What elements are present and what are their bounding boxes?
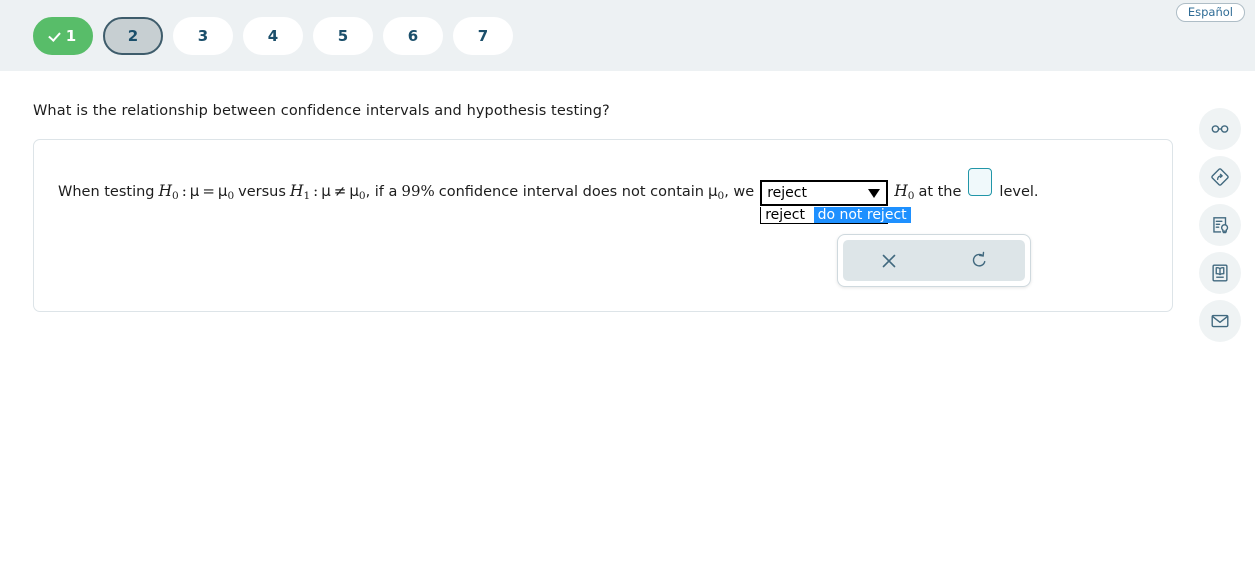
close-x-icon: [882, 254, 895, 267]
language-toggle-button[interactable]: Español: [1175, 3, 1245, 22]
question-prompt: What is the relationship between confide…: [33, 103, 610, 119]
language-bar: Español: [0, 0, 1255, 24]
math-colon-2: :: [313, 182, 319, 200]
ebook-icon: [1212, 264, 1228, 282]
step-label: 4: [267, 27, 279, 45]
step-label: 2: [127, 27, 139, 45]
math-mu: μ: [189, 182, 200, 200]
math-equals: =: [202, 182, 215, 200]
math-h-alt: H1: [289, 182, 311, 202]
statement-at-the: at the: [918, 184, 962, 200]
math-mini-toolbar-inner: [843, 240, 1025, 281]
step-label: 1: [65, 27, 77, 45]
reject-select[interactable]: reject reject do not reject: [760, 180, 911, 224]
rail-item-hint[interactable]: [1199, 204, 1241, 246]
clear-button[interactable]: [869, 244, 909, 278]
math-mu-zero-3: μ0: [707, 182, 725, 202]
math-mu-2: μ: [321, 182, 331, 200]
significance-level-input[interactable]: [968, 168, 993, 196]
statement-comma-if: , if a: [365, 184, 398, 200]
check-icon: [50, 31, 61, 42]
refresh-ccw-icon: [972, 251, 986, 267]
mail-icon: [1211, 314, 1229, 328]
statement-we: , we: [724, 184, 755, 200]
page-root: 1 2 3 4 5 6 7 Español What is the relati…: [0, 0, 1255, 565]
statement-lead: When testing: [58, 184, 155, 200]
statement-mid: confidence interval does not contain: [438, 184, 704, 200]
caret-down-icon: [868, 188, 881, 198]
math-mu-zero-2: μ0: [349, 182, 366, 202]
reset-button[interactable]: [960, 244, 1000, 278]
statement-level: level.: [999, 184, 1039, 200]
hint-lightbulb-icon: [1213, 217, 1229, 234]
reject-select-value: reject: [767, 185, 807, 201]
rail-item-ebook[interactable]: [1199, 252, 1241, 294]
reject-select-options[interactable]: reject do not reject: [760, 207, 911, 224]
select-option-do-not-reject[interactable]: do not reject: [813, 207, 911, 223]
select-option-reject[interactable]: reject: [761, 207, 809, 223]
confidence-level-value: 99%: [401, 182, 435, 200]
step-label: 7: [477, 27, 489, 45]
math-mu-zero: μ0: [217, 182, 235, 202]
reject-select-box[interactable]: reject: [760, 180, 889, 206]
tool-rail: [1199, 108, 1241, 342]
step-label: 6: [407, 27, 419, 45]
rail-item-navigate[interactable]: [1199, 156, 1241, 198]
math-not-equals: ≠: [333, 182, 347, 200]
rail-item-mail[interactable]: [1199, 300, 1241, 342]
navigate-diamond-icon: [1211, 168, 1229, 186]
math-h-null: H0: [158, 182, 179, 202]
fill-in-the-blank-statement: When testing H0 : μ = μ0 versus H1 : μ ≠…: [58, 168, 1039, 224]
step-label: 3: [197, 27, 209, 45]
step-label: 5: [337, 27, 349, 45]
glasses-icon: [1211, 125, 1229, 133]
rail-item-glasses[interactable]: [1199, 108, 1241, 150]
statement-versus: versus: [238, 184, 286, 200]
math-mini-toolbar: [837, 234, 1031, 287]
math-colon: :: [181, 182, 187, 200]
math-h-null-tail: H0: [894, 182, 915, 202]
